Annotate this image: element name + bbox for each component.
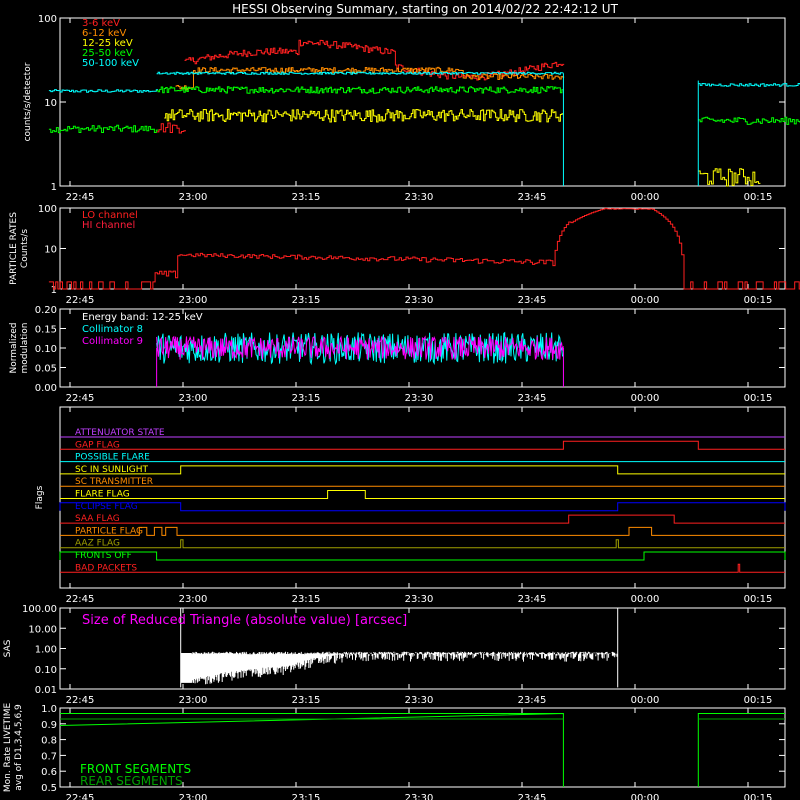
time-tick-label: 00:15 — [744, 393, 773, 404]
y-axis-label: counts/s/detector — [23, 62, 33, 141]
annotation: Energy band: 12-25 keV — [82, 312, 203, 323]
y-tick-label: 0.10 — [35, 665, 57, 676]
annotation: Size of Reduced Triangle (absolute value… — [82, 613, 407, 628]
time-tick-label: 23:30 — [405, 295, 434, 306]
y-axis-label: PARTICLE RATES — [9, 212, 19, 285]
time-tick-label: 23:15 — [292, 594, 321, 605]
time-tick-label: 00:00 — [631, 695, 660, 706]
time-tick-label: 00:15 — [744, 695, 773, 706]
y-tick-label: 100.00 — [22, 604, 57, 615]
time-tick-label: 23:15 — [292, 295, 321, 306]
time-tick-label: 23:00 — [179, 594, 208, 605]
y-tick-label: 0.5 — [41, 783, 57, 794]
y-axis-label: Flags — [35, 485, 45, 509]
time-tick-label: 23:00 — [179, 695, 208, 706]
y-tick-label: 0.8 — [41, 736, 57, 747]
time-tick-label: 23:15 — [292, 393, 321, 404]
time-tick-label: 00:00 — [631, 393, 660, 404]
time-tick-label: 22:45 — [66, 793, 95, 800]
y-tick-label: 10 — [44, 245, 57, 256]
y-tick-label: 0.9 — [41, 720, 57, 731]
time-tick-label: 23:30 — [405, 695, 434, 706]
time-tick-label: 00:15 — [744, 793, 773, 800]
legend-entry: 50-100 keV — [82, 58, 139, 69]
y-tick-label: 0.20 — [35, 305, 57, 316]
y-tick-label: 1 — [51, 182, 57, 193]
y-tick-label: 10 — [44, 98, 57, 109]
time-tick-label: 00:15 — [744, 295, 773, 306]
y-tick-label: 0.10 — [35, 344, 57, 355]
time-tick-label: 23:45 — [518, 295, 547, 306]
y-tick-label: 100 — [38, 204, 57, 215]
legend-entry: Collimator 8 — [82, 324, 143, 335]
time-tick-label: 22:45 — [66, 594, 95, 605]
y-tick-label: 0.6 — [41, 767, 57, 778]
time-tick-label: 23:30 — [405, 393, 434, 404]
time-tick-label: 22:45 — [66, 393, 95, 404]
time-tick-label: 23:15 — [292, 192, 321, 203]
y-tick-label: 0.05 — [35, 364, 57, 375]
time-tick-label: 22:45 — [66, 695, 95, 706]
time-tick-label: 23:45 — [518, 393, 547, 404]
time-tick-label: 23:30 — [405, 192, 434, 203]
time-tick-label: 23:30 — [405, 594, 434, 605]
y-tick-label: 0.00 — [35, 383, 57, 394]
time-tick-label: 23:30 — [405, 793, 434, 800]
hessi-summary-chart: HESSI Observing Summary, starting on 201… — [0, 0, 800, 800]
chart-title: HESSI Observing Summary, starting on 201… — [232, 2, 618, 16]
legend-entry: HI channel — [82, 220, 135, 231]
time-tick-label: 23:00 — [179, 192, 208, 203]
time-tick-label: 00:00 — [631, 192, 660, 203]
time-tick-label: 22:45 — [66, 295, 95, 306]
legend-entry: REAR SEGMENTS — [80, 774, 183, 788]
y-tick-label: 10.00 — [28, 624, 57, 635]
time-tick-label: 23:00 — [179, 793, 208, 800]
time-tick-label: 00:15 — [744, 594, 773, 605]
time-tick-label: 00:00 — [631, 594, 660, 605]
time-tick-label: 00:00 — [631, 295, 660, 306]
y-axis-label: avg of D1,3,4,5,6,9 — [14, 704, 24, 791]
y-axis-label: SAS — [3, 639, 13, 657]
y-tick-label: 0.15 — [35, 325, 57, 336]
y-tick-label: 1.0 — [41, 704, 57, 715]
y-tick-label: 0.7 — [41, 751, 57, 762]
time-tick-label: 23:00 — [179, 295, 208, 306]
y-tick-label: 1.00 — [35, 645, 57, 656]
time-tick-label: 00:15 — [744, 192, 773, 203]
time-tick-label: 23:15 — [292, 793, 321, 800]
legend-entry: Collimator 9 — [82, 336, 143, 347]
y-tick-label: 100 — [38, 14, 57, 25]
time-tick-label: 23:45 — [518, 695, 547, 706]
y-tick-label: 0.01 — [35, 685, 57, 696]
y-axis-label: Counts/s — [20, 229, 30, 268]
y-axis-label: modulation — [20, 323, 30, 374]
y-axis-label: Mon. Rate LIVETIME — [3, 703, 13, 793]
time-tick-label: 23:45 — [518, 793, 547, 800]
time-tick-label: 00:00 — [631, 793, 660, 800]
time-tick-label: 23:45 — [518, 594, 547, 605]
y-axis-label: Normalized — [9, 322, 19, 373]
time-tick-label: 23:15 — [292, 695, 321, 706]
time-tick-label: 22:45 — [66, 192, 95, 203]
time-tick-label: 23:45 — [518, 192, 547, 203]
time-tick-label: 23:00 — [179, 393, 208, 404]
